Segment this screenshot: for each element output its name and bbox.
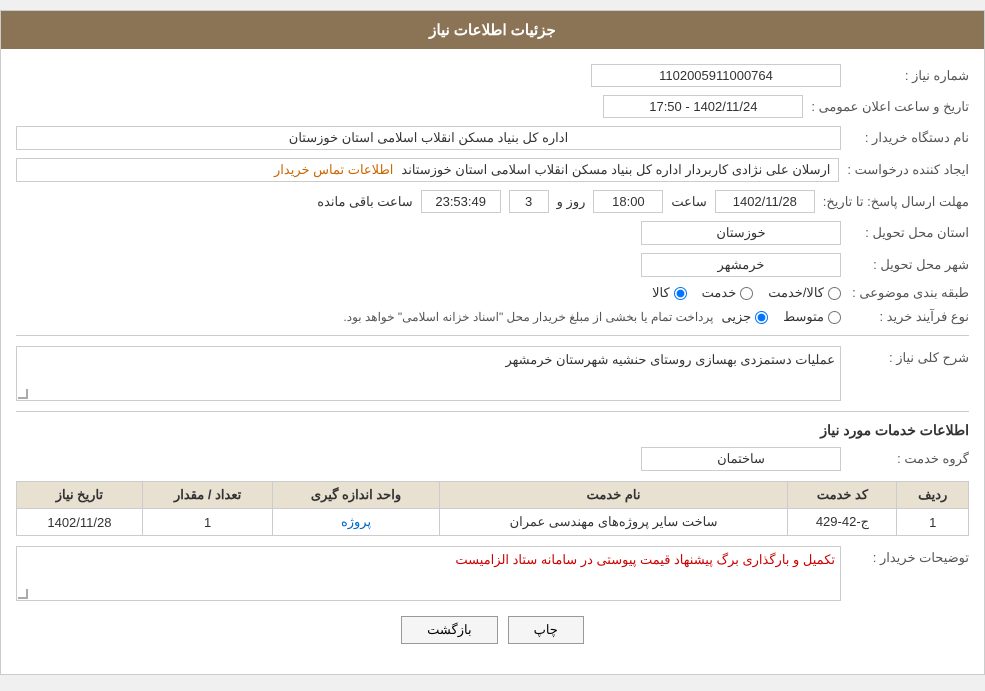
- date-row: تاریخ و ساعت اعلان عمومی : 1402/11/24 - …: [16, 95, 969, 118]
- buyer-notes-row: توضیحات خریدار : تکمیل و بارگذاری برگ پی…: [16, 546, 969, 601]
- province-label: استان محل تحویل :: [849, 225, 969, 241]
- resize-handle-2: [18, 589, 28, 599]
- purchase-option-motavasset: متوسط: [783, 309, 841, 325]
- buyer-notes-value: تکمیل و بارگذاری برگ پیشنهاد قیمت پیوستی…: [16, 546, 841, 601]
- need-number-row: شماره نیاز : 1102005911000764: [16, 64, 969, 87]
- buyer-org-value: اداره کل بنیاد مسکن انقلاب اسلامی استان …: [16, 126, 841, 150]
- back-button[interactable]: بازگشت: [401, 616, 497, 644]
- days-value: 3: [509, 190, 549, 213]
- need-description-row: شرح کلی نیاز : عملیات دستمزدی بهسازی روس…: [16, 346, 969, 401]
- purchase-radio-group: متوسط جزیی: [721, 309, 841, 325]
- services-section-title: اطلاعات خدمات مورد نیاز: [16, 422, 969, 439]
- separator-1: [16, 335, 969, 336]
- purchase-note: پرداخت تمام یا بخشی از مبلغ خریدار محل "…: [343, 310, 713, 324]
- date-label: تاریخ و ساعت اعلان عمومی :: [811, 99, 969, 115]
- purchase-radio-jozi[interactable]: [755, 311, 768, 324]
- need-number-value: 1102005911000764: [591, 64, 841, 87]
- print-button[interactable]: چاپ: [508, 616, 584, 644]
- cell-row-1: 1: [897, 509, 969, 536]
- page-header: جزئیات اطلاعات نیاز: [1, 11, 984, 49]
- purchase-option-jozi: جزیی: [721, 309, 768, 325]
- category-radio-kala-khedmat[interactable]: [828, 287, 841, 300]
- cell-unit-1: پروژه: [273, 509, 439, 536]
- category-label: طبقه بندی موضوعی :: [849, 285, 969, 301]
- province-value: خوزستان: [641, 221, 841, 245]
- cell-date-1: 1402/11/28: [17, 509, 143, 536]
- need-description-label: شرح کلی نیاز :: [849, 350, 969, 366]
- need-number-label: شماره نیاز :: [849, 68, 969, 84]
- response-deadline-row: مهلت ارسال پاسخ: تا تاریخ: 1402/11/28 سا…: [16, 190, 969, 213]
- resize-handle: [18, 389, 28, 399]
- category-radio-khedmat[interactable]: [740, 287, 753, 300]
- col-header-code: کد خدمت: [788, 482, 897, 509]
- cell-unit-link-1[interactable]: پروژه: [341, 514, 371, 529]
- category-option-khedmat: خدمت: [702, 285, 754, 301]
- remaining-label: ساعت باقی مانده: [317, 194, 412, 210]
- creator-row: ایجاد کننده درخواست : ارسلان علی نژادی ک…: [16, 158, 969, 182]
- service-group-row: گروه خدمت : ساختمان: [16, 447, 969, 471]
- purchase-label-motavasset: متوسط: [783, 309, 824, 325]
- category-label-kala-khedmat: کالا/خدمت: [768, 285, 824, 301]
- purchase-radio-motavasset[interactable]: [828, 311, 841, 324]
- service-group-value: ساختمان: [641, 447, 841, 471]
- response-date: 1402/11/28: [715, 190, 815, 213]
- cell-quantity-1: 1: [142, 509, 273, 536]
- buyer-notes-label: توضیحات خریدار :: [849, 550, 969, 566]
- response-deadline-label: مهلت ارسال پاسخ: تا تاریخ:: [823, 194, 969, 210]
- table-row: 1 ج-42-429 ساخت سایر پروژه‌های مهندسی عم…: [17, 509, 969, 536]
- purchase-type-label: نوع فرآیند خرید :: [849, 309, 969, 325]
- cell-code-1: ج-42-429: [788, 509, 897, 536]
- category-label-kala: کالا: [652, 285, 670, 301]
- button-row: چاپ بازگشت: [16, 616, 969, 659]
- category-radio-group: کالا/خدمت خدمت کالا: [652, 285, 841, 301]
- purchase-type-row: نوع فرآیند خرید : متوسط جزیی پرداخت تمام…: [16, 309, 969, 325]
- response-time-label: ساعت: [671, 194, 706, 210]
- province-row: استان محل تحویل : خوزستان: [16, 221, 969, 245]
- category-label-khedmat: خدمت: [702, 285, 737, 301]
- category-option-kala-khedmat: کالا/خدمت: [768, 285, 841, 301]
- category-option-kala: کالا: [652, 285, 687, 301]
- buyer-org-label: نام دستگاه خریدار :: [849, 130, 969, 146]
- col-header-unit: واحد اندازه گیری: [273, 482, 439, 509]
- response-time-value: 18:00: [593, 190, 663, 213]
- services-table: ردیف کد خدمت نام خدمت واحد اندازه گیری ت…: [16, 481, 969, 536]
- date-value: 1402/11/24 - 17:50: [603, 95, 803, 118]
- service-group-label: گروه خدمت :: [849, 451, 969, 467]
- col-header-date: تاریخ نیاز: [17, 482, 143, 509]
- buyer-org-row: نام دستگاه خریدار : اداره کل بنیاد مسکن …: [16, 126, 969, 150]
- creator-value-box: ارسلان علی نژادی کاربردار اداره کل بنیاد…: [16, 158, 839, 182]
- days-label: روز و: [557, 194, 586, 210]
- cell-name-1: ساخت سایر پروژه‌های مهندسی عمران: [439, 509, 788, 536]
- purchase-label-jozi: جزیی: [721, 309, 751, 325]
- city-row: شهر محل تحویل : خرمشهر: [16, 253, 969, 277]
- separator-2: [16, 411, 969, 412]
- remaining-value: 23:53:49: [421, 190, 501, 213]
- col-header-quantity: تعداد / مقدار: [142, 482, 273, 509]
- city-label: شهر محل تحویل :: [849, 257, 969, 273]
- category-radio-kala[interactable]: [674, 287, 687, 300]
- creator-value: ارسلان علی نژادی کاربردار اداره کل بنیاد…: [401, 162, 830, 178]
- city-value: خرمشهر: [641, 253, 841, 277]
- creator-contact-link[interactable]: اطلاعات تماس خریدار: [274, 162, 393, 178]
- services-table-section: ردیف کد خدمت نام خدمت واحد اندازه گیری ت…: [16, 481, 969, 536]
- category-row: طبقه بندی موضوعی : کالا/خدمت خدمت کالا: [16, 285, 969, 301]
- creator-label: ایجاد کننده درخواست :: [847, 162, 969, 178]
- col-header-row: ردیف: [897, 482, 969, 509]
- need-description-value: عملیات دستمزدی بهسازی روستای حنشیه شهرست…: [16, 346, 841, 401]
- col-header-name: نام خدمت: [439, 482, 788, 509]
